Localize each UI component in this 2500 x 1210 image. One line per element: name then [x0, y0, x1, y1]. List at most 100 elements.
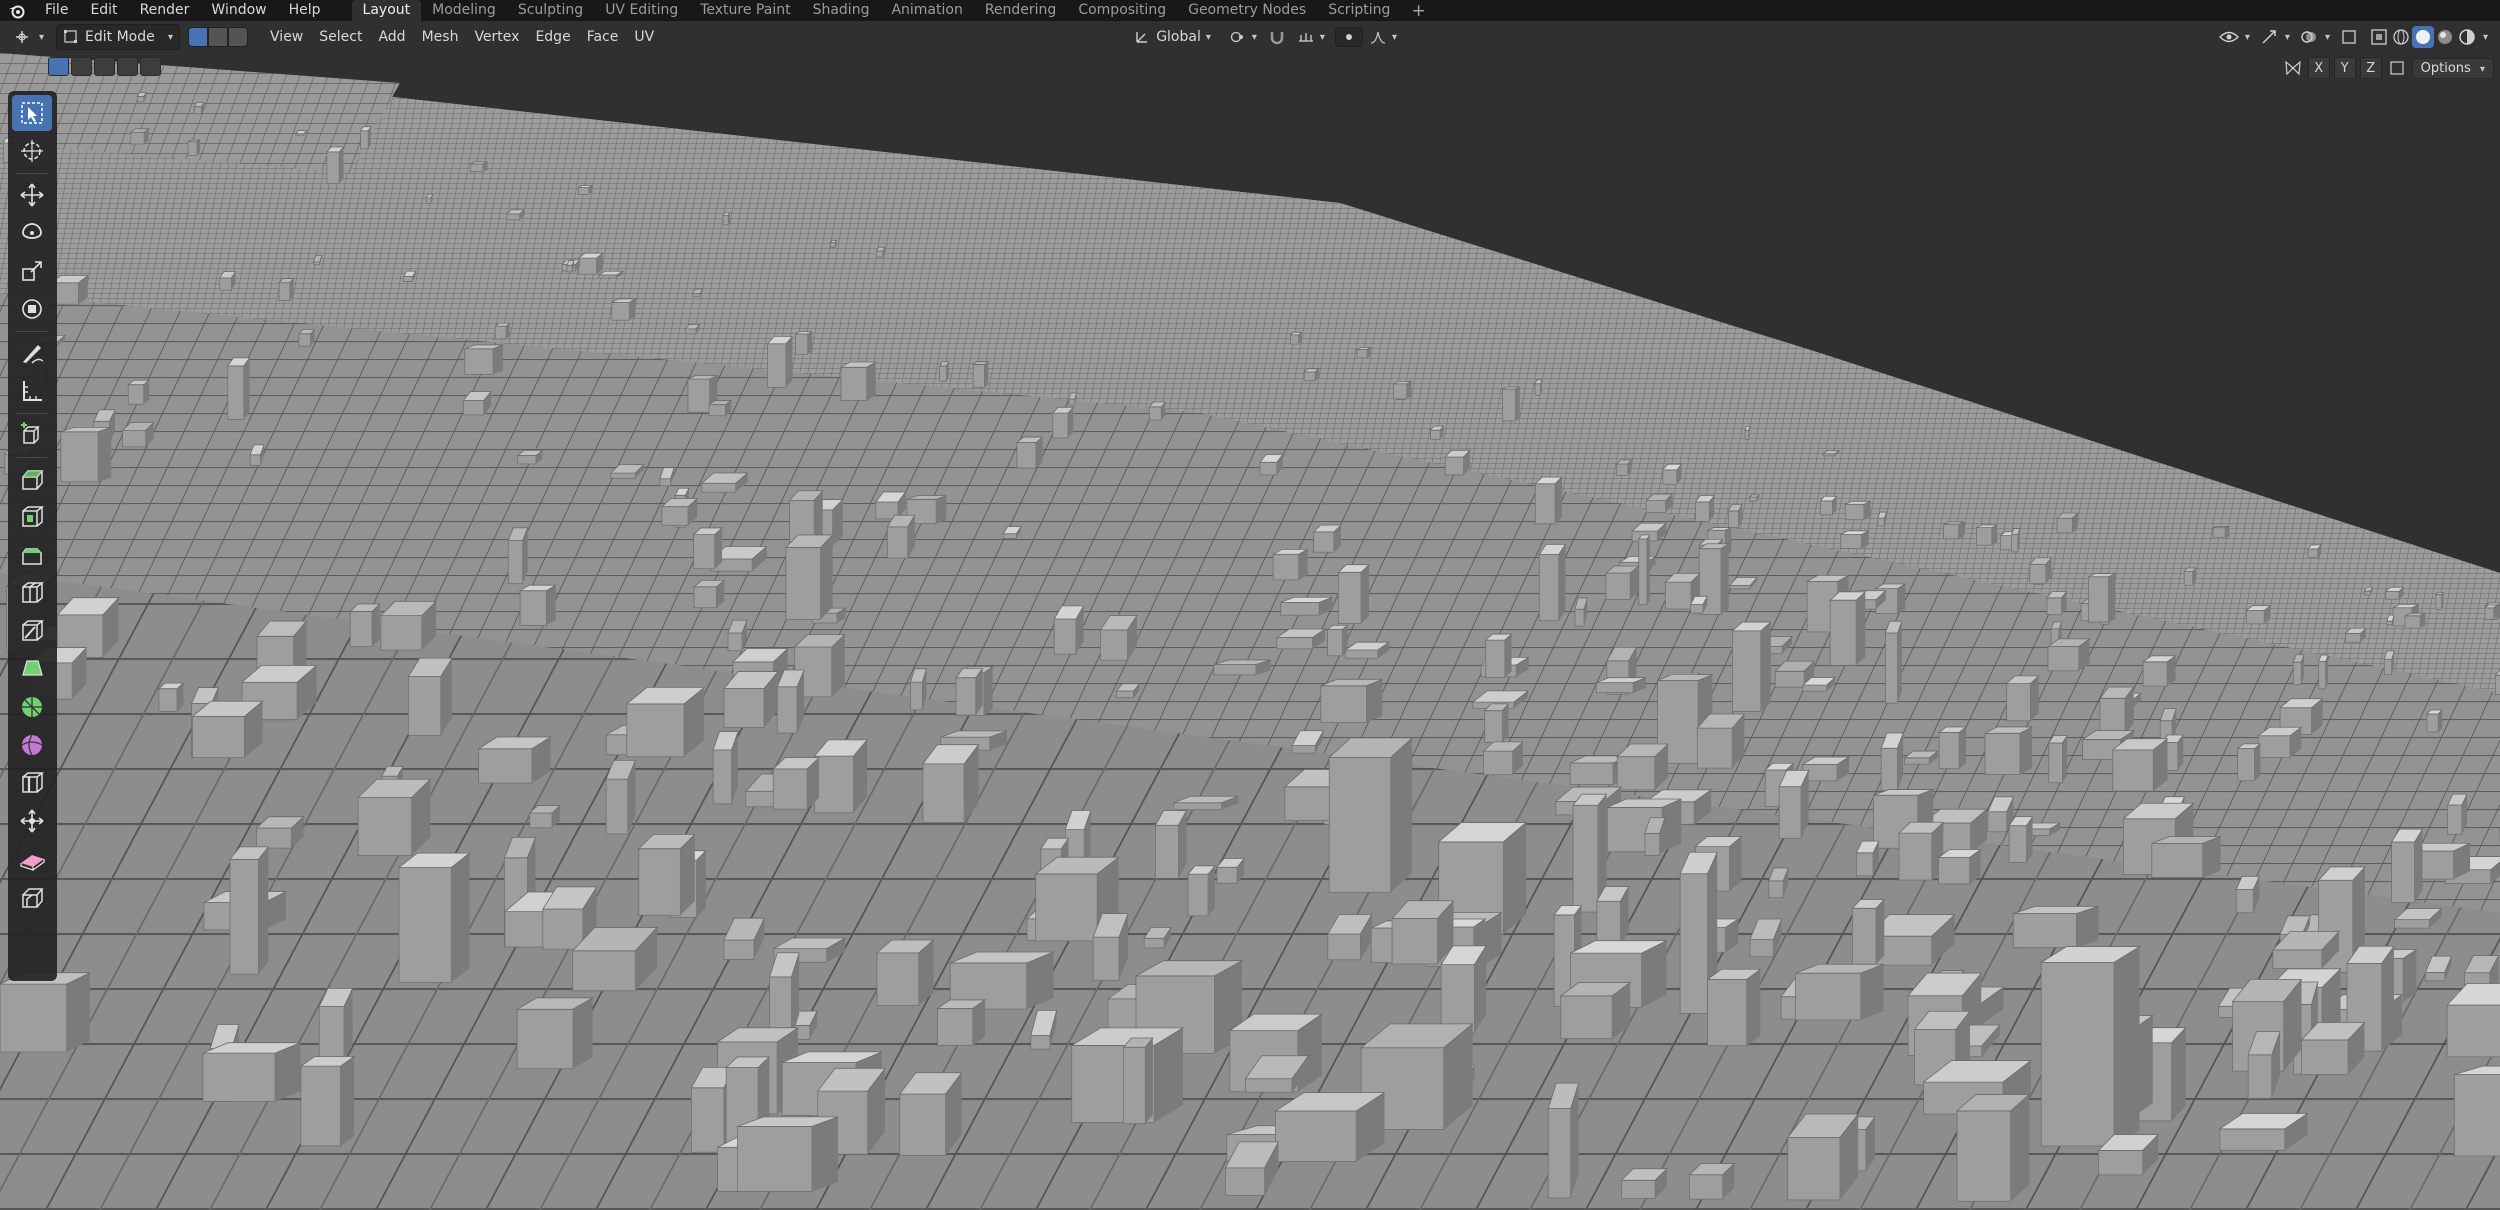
menu-help[interactable]: Help — [278, 0, 332, 21]
tab-sculpting[interactable]: Sculpting — [507, 0, 594, 21]
tool-shear[interactable] — [12, 841, 52, 877]
editor-type-button[interactable]: ▾ — [8, 25, 50, 49]
pivot-point-dropdown[interactable]: ▾ — [1223, 25, 1263, 49]
building-face — [1898, 832, 1933, 881]
tool-select-box[interactable] — [12, 95, 52, 131]
building-face — [2441, 592, 2444, 610]
face-select-button[interactable] — [228, 27, 249, 47]
menu-render[interactable]: Render — [129, 0, 201, 21]
transform-orientation-dropdown[interactable]: Global ▾ — [1128, 25, 1217, 49]
visibility-icon[interactable] — [2218, 26, 2240, 48]
tab-rendering[interactable]: Rendering — [974, 0, 1068, 21]
building-face — [507, 540, 524, 585]
tab-layout[interactable]: Layout — [351, 0, 422, 21]
chevron-down-icon[interactable]: ▾ — [2325, 32, 2330, 43]
snap-target-dropdown[interactable]: ▾ — [1291, 25, 1331, 49]
menu-uv[interactable]: UV — [626, 25, 662, 49]
tab-uv-editing[interactable]: UV Editing — [594, 0, 689, 21]
proportional-falloff-dropdown[interactable]: ▾ — [1363, 25, 1403, 49]
shading-solid-icon[interactable] — [2411, 26, 2434, 48]
tool-transform[interactable] — [12, 291, 52, 327]
options-dropdown[interactable]: Options ▾ — [2411, 57, 2494, 79]
tab-modeling[interactable]: Modeling — [421, 0, 507, 21]
tool-annotate[interactable] — [12, 335, 52, 371]
menu-add[interactable]: Add — [370, 25, 413, 49]
menu-edge[interactable]: Edge — [527, 25, 578, 49]
gizmo-toggle-icon[interactable] — [2258, 26, 2280, 48]
tab-geometry-nodes[interactable]: Geometry Nodes — [1177, 0, 1317, 21]
menu-file[interactable]: File — [34, 0, 79, 21]
tool-rip-region[interactable] — [12, 879, 52, 915]
tool-bevel[interactable] — [12, 537, 52, 573]
edge-select-button[interactable] — [208, 27, 229, 47]
tool-knife[interactable] — [12, 613, 52, 649]
mirror-options-group: X Y Z Options ▾ — [2282, 57, 2494, 79]
mode-new-selection-button[interactable] — [48, 57, 69, 76]
tool-poly-build[interactable] — [12, 651, 52, 687]
xray-toggle-icon[interactable] — [2368, 26, 2390, 48]
mode-invert-selection-button[interactable] — [117, 57, 138, 76]
building-face — [339, 146, 344, 184]
tool-cursor[interactable] — [12, 133, 52, 169]
blender-logo-icon[interactable] — [0, 0, 34, 21]
tab-texture-paint[interactable]: Texture Paint — [689, 0, 801, 21]
tool-measure[interactable] — [12, 373, 52, 409]
tool-loop-cut[interactable] — [12, 575, 52, 611]
overlays-toggle-icon[interactable] — [2298, 26, 2320, 48]
menu-select[interactable]: Select — [311, 25, 370, 49]
tool-move[interactable] — [12, 177, 52, 213]
building-face — [795, 333, 809, 355]
tool-edge-slide[interactable] — [12, 765, 52, 801]
mirror-y-toggle[interactable]: Y — [2333, 57, 2356, 79]
proportional-editing-toggle[interactable] — [1334, 27, 1363, 47]
menu-mesh[interactable]: Mesh — [414, 25, 467, 49]
building-face — [785, 546, 821, 620]
menu-window[interactable]: Window — [200, 0, 277, 21]
tool-rotate[interactable] — [12, 215, 52, 251]
building-face — [983, 666, 993, 716]
tab-compositing[interactable]: Compositing — [1067, 0, 1177, 21]
mesh-edit-overlays-icon[interactable] — [2338, 26, 2360, 48]
topology-mirror-icon[interactable] — [2386, 57, 2408, 79]
shading-wireframe-icon[interactable] — [2390, 26, 2412, 48]
chevron-down-icon[interactable]: ▾ — [2245, 32, 2250, 43]
mode-subtract-selection-button[interactable] — [94, 57, 115, 76]
building-face — [1855, 852, 1874, 877]
menu-edit[interactable]: Edit — [79, 0, 128, 21]
tool-extrude-region[interactable] — [12, 461, 52, 497]
menu-vertex[interactable]: Vertex — [466, 25, 527, 49]
mode-intersect-selection-button[interactable] — [140, 57, 161, 76]
chevron-down-icon[interactable]: ▾ — [2285, 32, 2290, 43]
building-face — [1819, 500, 1833, 516]
building-face — [1729, 584, 1751, 590]
tool-add-cube[interactable] — [12, 417, 52, 453]
menu-face[interactable]: Face — [579, 25, 627, 49]
mode-dropdown[interactable]: Edit Mode ▾ — [56, 24, 181, 50]
shading-material-icon[interactable] — [2434, 26, 2456, 48]
mode-extend-selection-button[interactable] — [71, 57, 92, 76]
building-face — [2098, 1150, 2144, 1176]
snap-toggle[interactable] — [1263, 25, 1291, 49]
building-face — [1538, 554, 1560, 622]
tool-scale[interactable] — [12, 253, 52, 289]
building-face — [2056, 517, 2073, 534]
mirror-z-toggle[interactable]: Z — [2359, 57, 2382, 79]
tool-spin[interactable] — [12, 689, 52, 725]
tool-shrink-fatten[interactable] — [12, 803, 52, 839]
mirror-x-toggle[interactable]: X — [2307, 57, 2330, 79]
add-cube-icon — [21, 422, 40, 444]
vertex-select-button[interactable] — [188, 27, 209, 47]
tab-shading[interactable]: Shading — [802, 0, 881, 21]
chevron-down-icon[interactable]: ▾ — [2483, 32, 2488, 43]
tab-animation[interactable]: Animation — [880, 0, 973, 21]
tool-smooth[interactable] — [12, 727, 52, 763]
building-face — [1696, 727, 1733, 769]
tool-inset-faces[interactable] — [12, 499, 52, 535]
shading-rendered-icon[interactable] — [2456, 26, 2478, 48]
3d-viewport[interactable]: X Y Z Options ▾ — [0, 53, 2500, 1210]
building-face — [318, 1006, 345, 1063]
building-face — [1115, 690, 1134, 699]
tab-scripting[interactable]: Scripting — [1317, 0, 1401, 21]
menu-view[interactable]: View — [262, 25, 311, 49]
add-workspace-button[interactable]: + — [1401, 1, 1435, 21]
